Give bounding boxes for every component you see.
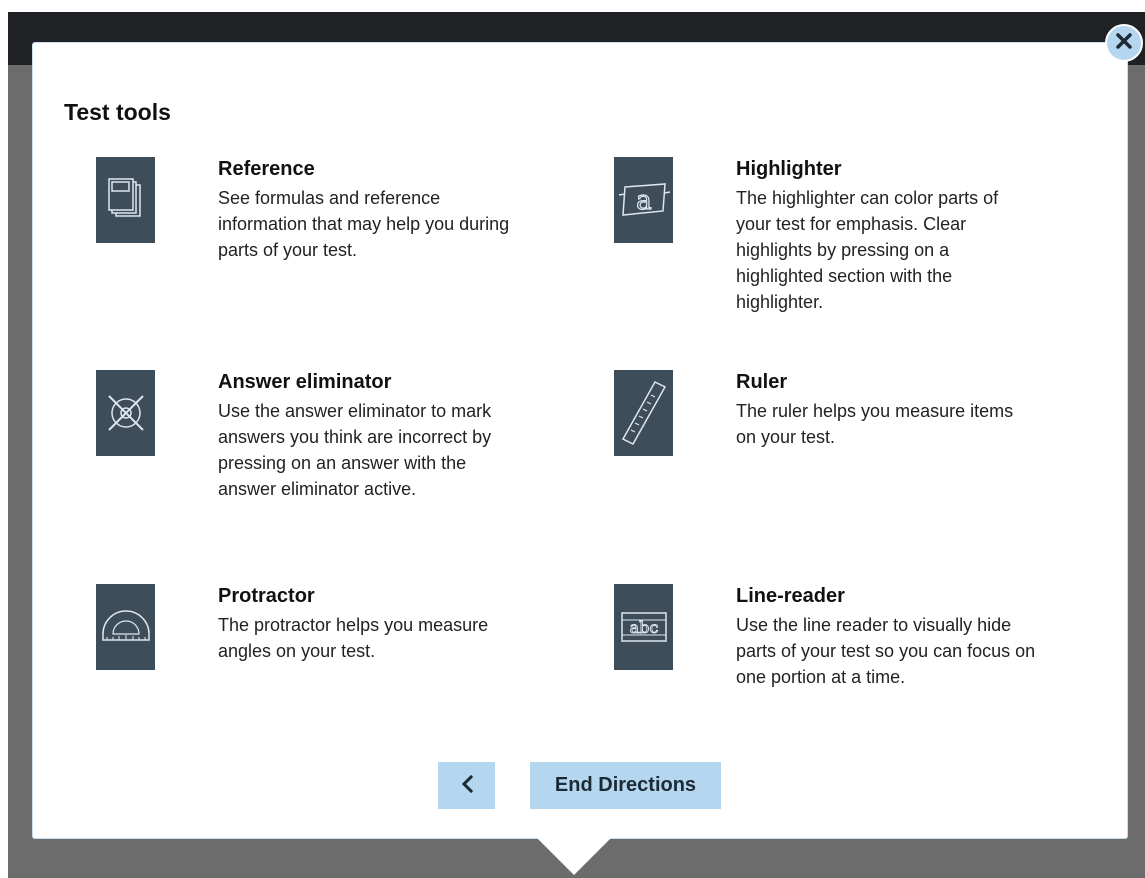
tool-description: The protractor helps you measure angles … [218,615,489,661]
chevron-left-icon [460,774,474,797]
tool-description: The ruler helps you measure items on you… [736,401,1014,447]
dialog-title: Test tools [64,99,171,125]
tool-title: Reference [218,158,315,180]
back-button[interactable] [438,762,495,809]
tool-title: Answer eliminator [218,371,392,393]
tool-description: Use the line reader to visually hide par… [736,615,1036,687]
tool-description: Use the answer eliminator to mark answer… [218,401,492,499]
svg-text:abc: abc [629,618,658,637]
tool-description: The highlighter can color parts of your … [736,188,999,312]
svg-text:a: a [636,186,652,216]
line-reader-icon: abc [614,584,673,670]
tool-title: Highlighter [736,158,842,180]
dialog-pointer [536,837,612,875]
protractor-icon [96,584,155,670]
end-directions-button[interactable]: End Directions [530,762,721,809]
tool-description: See formulas and reference information t… [218,188,510,260]
page-top-strip [0,0,1145,12]
close-button[interactable] [1105,24,1143,62]
answer-eliminator-icon [96,370,155,456]
highlighter-icon: a [614,157,673,243]
ruler-icon [614,370,673,456]
test-tools-dialog: Test tools Reference See formulas and re… [32,42,1128,875]
close-icon [1115,32,1133,55]
reference-book-icon [96,157,155,243]
tool-title: Protractor [218,585,315,607]
tool-title: Line-reader [736,585,845,607]
tool-title: Ruler [736,371,788,393]
